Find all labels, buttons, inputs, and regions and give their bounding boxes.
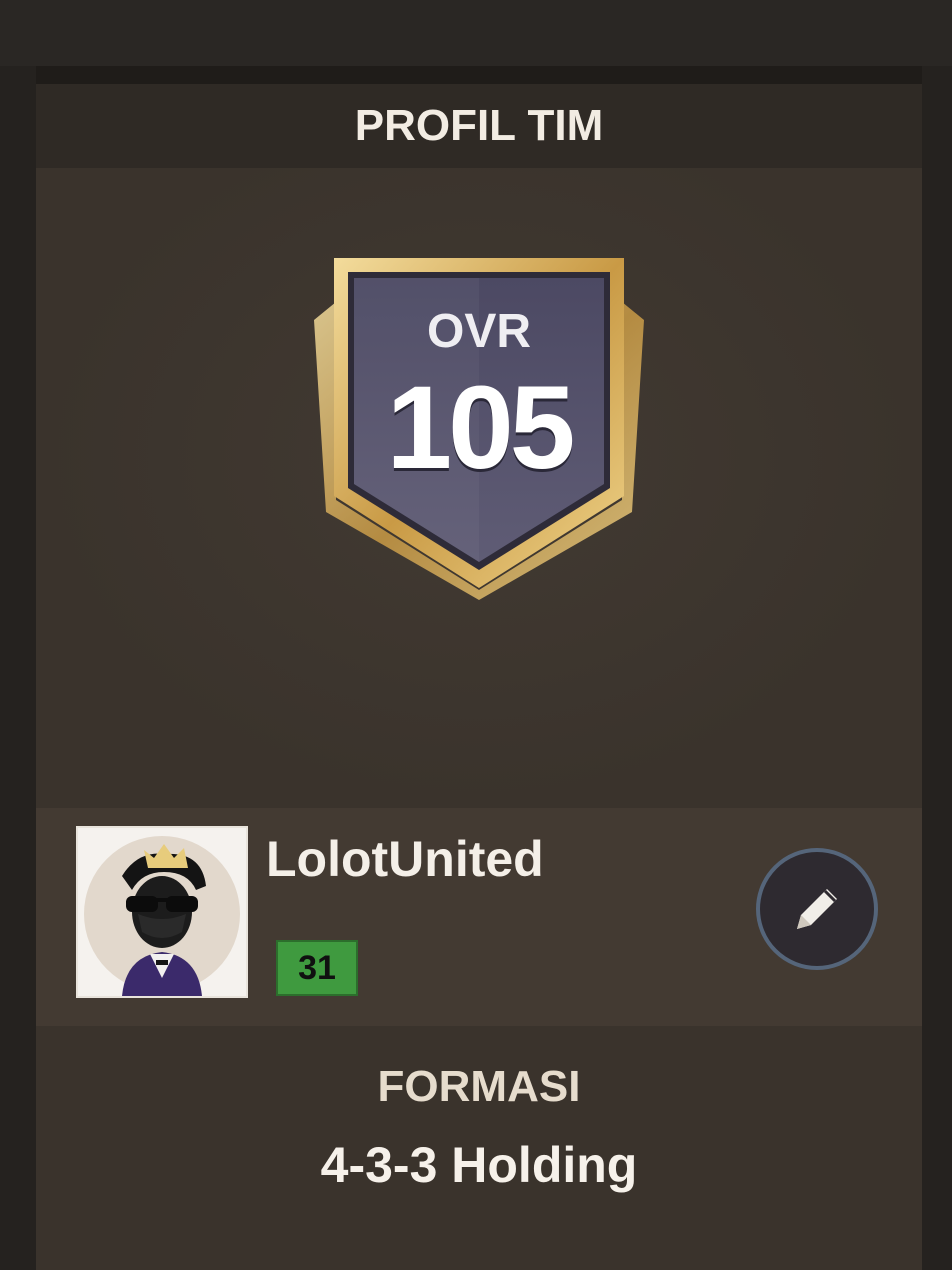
avatar-icon bbox=[84, 836, 240, 996]
edit-team-button[interactable] bbox=[756, 848, 878, 970]
team-profile-panel: PROFIL TIM OVR 105 LolotUnited 31 FORMAS… bbox=[36, 84, 922, 1270]
formation-value: 4-3-3 Holding bbox=[320, 1137, 638, 1193]
left-backdrop bbox=[0, 66, 36, 1270]
team-name: LolotUnited bbox=[266, 831, 544, 887]
ovr-label: OVR bbox=[426, 305, 531, 358]
top-strip bbox=[0, 0, 952, 66]
avatar[interactable] bbox=[76, 826, 248, 998]
level-badge: 31 bbox=[276, 940, 358, 996]
panel-title: PROFIL TIM bbox=[354, 101, 604, 150]
formation-label: FORMASI bbox=[377, 1062, 581, 1111]
team-info-row: LolotUnited 31 bbox=[36, 808, 922, 1026]
panel-header: PROFIL TIM bbox=[36, 84, 922, 168]
ovr-value: 105 bbox=[386, 362, 576, 494]
right-backdrop bbox=[922, 66, 952, 1270]
pencil-icon bbox=[797, 889, 837, 929]
